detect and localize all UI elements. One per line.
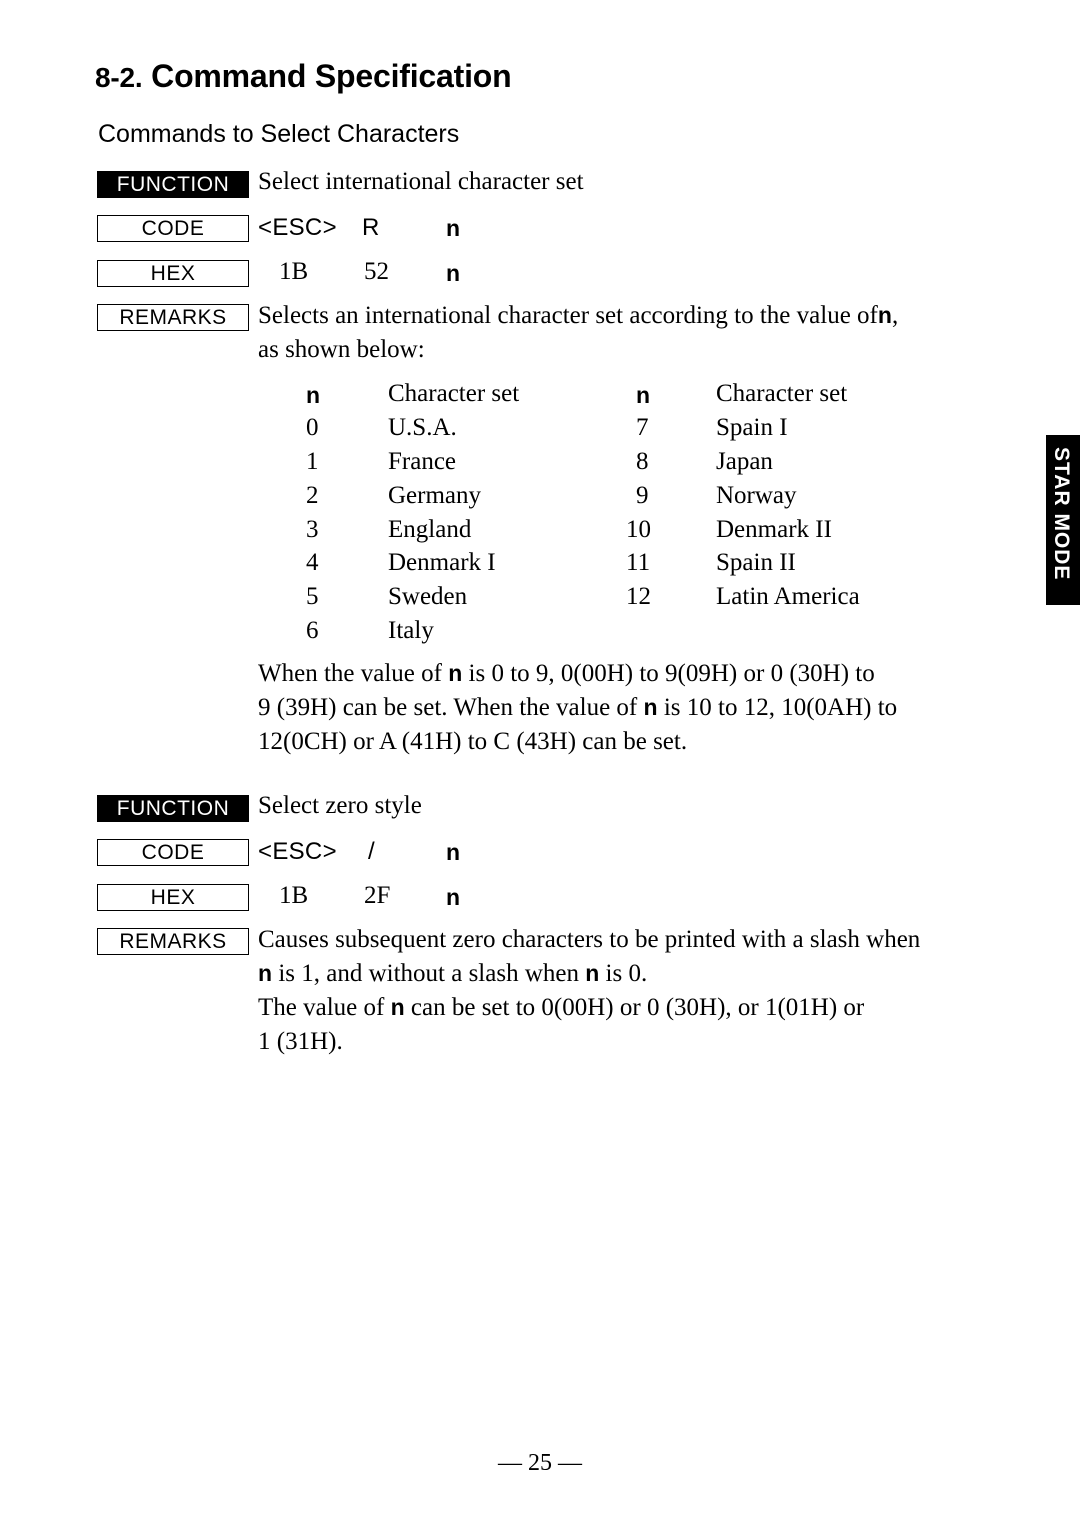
table-row: Norway: [716, 482, 797, 509]
table-row: Spain II: [716, 549, 796, 576]
hex-n-1: n: [446, 260, 461, 286]
remarks2-text-c: The value of: [258, 994, 385, 1021]
remarks2-n2: n: [585, 960, 600, 986]
remarks2-text-b: is 0.: [605, 960, 648, 987]
note-line-1: When the value of n is 0 to 9, 0(00H) to…: [258, 660, 875, 688]
remarks-label-1: REMARKS: [97, 304, 249, 331]
table-row: France: [388, 448, 457, 475]
table-row: 4: [306, 549, 319, 576]
table-row: 9: [636, 482, 649, 509]
remarks-n: n: [877, 302, 892, 328]
table-row: Latin America: [716, 583, 860, 610]
table-row: Japan: [716, 448, 773, 475]
remarks2-n3: n: [390, 994, 405, 1020]
function-text-2: Select zero style: [258, 792, 422, 819]
table-row: 10: [626, 516, 651, 543]
remarks-line-2: as shown below:: [258, 336, 425, 363]
table-header-set-left: Character set: [388, 380, 520, 407]
table-row: 11: [626, 549, 651, 576]
side-tab-label: STAR MODE: [1050, 447, 1073, 581]
function-label-2: FUNCTION: [97, 795, 249, 822]
table-row: 3: [306, 516, 319, 543]
page-number: — 25 —: [498, 1450, 582, 1476]
table-row: Denmark I: [388, 549, 496, 576]
remarks-text-a: Selects an international character set a…: [258, 302, 878, 329]
note-line-2: 9 (39H) can be set. When the value of n …: [258, 694, 897, 722]
table-row: 8: [636, 448, 649, 475]
code-label-2: CODE: [97, 839, 249, 866]
table-row: 1: [306, 448, 319, 475]
table-row: Denmark II: [716, 516, 832, 543]
remarks2-line-2: n is 1, and without a slash when n is 0.: [258, 960, 647, 988]
code-char-1: R: [362, 214, 380, 241]
table-row: Sweden: [388, 583, 468, 610]
table-row: Spain I: [716, 414, 788, 441]
hex-label-1: HEX: [97, 260, 249, 287]
code-n-2: n: [446, 839, 461, 865]
table-row: U.S.A.: [388, 414, 457, 441]
table-row: Italy: [388, 617, 434, 644]
table-header-set-right: Character set: [716, 380, 848, 407]
table-row: 0: [306, 414, 319, 441]
note-text-b: is 10 to 12, 10(0AH) to: [663, 694, 898, 721]
remarks2-line-4: 1 (31H).: [258, 1028, 343, 1055]
hex-byte1-1: 1B: [279, 258, 309, 285]
hex-label-2: HEX: [97, 884, 249, 911]
table-row: 5: [306, 583, 319, 610]
table-row: Germany: [388, 482, 482, 509]
remarks2-line-1: Causes subsequent zero characters to be …: [258, 926, 921, 953]
table-row: 2: [306, 482, 319, 509]
hex-byte1-2: 1B: [279, 882, 309, 909]
remarks2-text-a: is 1, and without a slash when: [278, 960, 579, 987]
side-tab-star-mode: STAR MODE: [1046, 435, 1080, 605]
section-number: 8-2.: [95, 62, 143, 93]
note-n: n: [448, 660, 463, 686]
table-row: 7: [636, 414, 649, 441]
hex-byte2-2: 2F: [364, 882, 391, 909]
table-row: 6: [306, 617, 319, 644]
code-label-1: CODE: [97, 215, 249, 242]
hex-n-2: n: [446, 884, 461, 910]
remarks2-line-3: The value of n can be set to 0(00H) or 0…: [258, 994, 864, 1022]
code-char-2: /: [368, 838, 375, 865]
remarks-text-b: ,: [891, 302, 899, 329]
remarks2-text-d: can be set to 0(00H) or 0 (30H), or 1(01…: [410, 994, 865, 1021]
page-title: 8-2. Command Specification: [95, 58, 512, 95]
note-line-3: 12(0CH) or A (41H) to C (43H) can be set…: [258, 728, 688, 755]
document-page: 8-2. Command Specification Commands to S…: [0, 0, 1080, 1533]
function-label-1: FUNCTION: [97, 171, 249, 198]
hex-byte2-1: 52: [364, 258, 389, 285]
table-header-n-right: n: [636, 382, 651, 408]
note-text-a: 9 (39H) can be set. When the value of: [258, 694, 638, 721]
note-text-b: is 0 to 9, 0(00H) to 9(09H) or 0 (30H) t…: [468, 660, 875, 687]
table-row: England: [388, 516, 472, 543]
note-n: n: [643, 694, 658, 720]
subsection-title: Commands to Select Characters: [98, 120, 460, 148]
code-n-1: n: [446, 215, 461, 241]
code-esc-1: <ESC>: [258, 214, 337, 241]
function-text-1: Select international character set: [258, 168, 584, 195]
remarks-line-1: Selects an international character set a…: [258, 302, 898, 330]
remarks-label-2: REMARKS: [97, 928, 249, 955]
table-row: 12: [626, 583, 651, 610]
remarks2-n1: n: [258, 960, 273, 986]
code-esc-2: <ESC>: [258, 838, 337, 865]
note-text-a: When the value of: [258, 660, 442, 687]
section-title: Command Specification: [151, 58, 512, 94]
table-header-n-left: n: [306, 382, 321, 408]
